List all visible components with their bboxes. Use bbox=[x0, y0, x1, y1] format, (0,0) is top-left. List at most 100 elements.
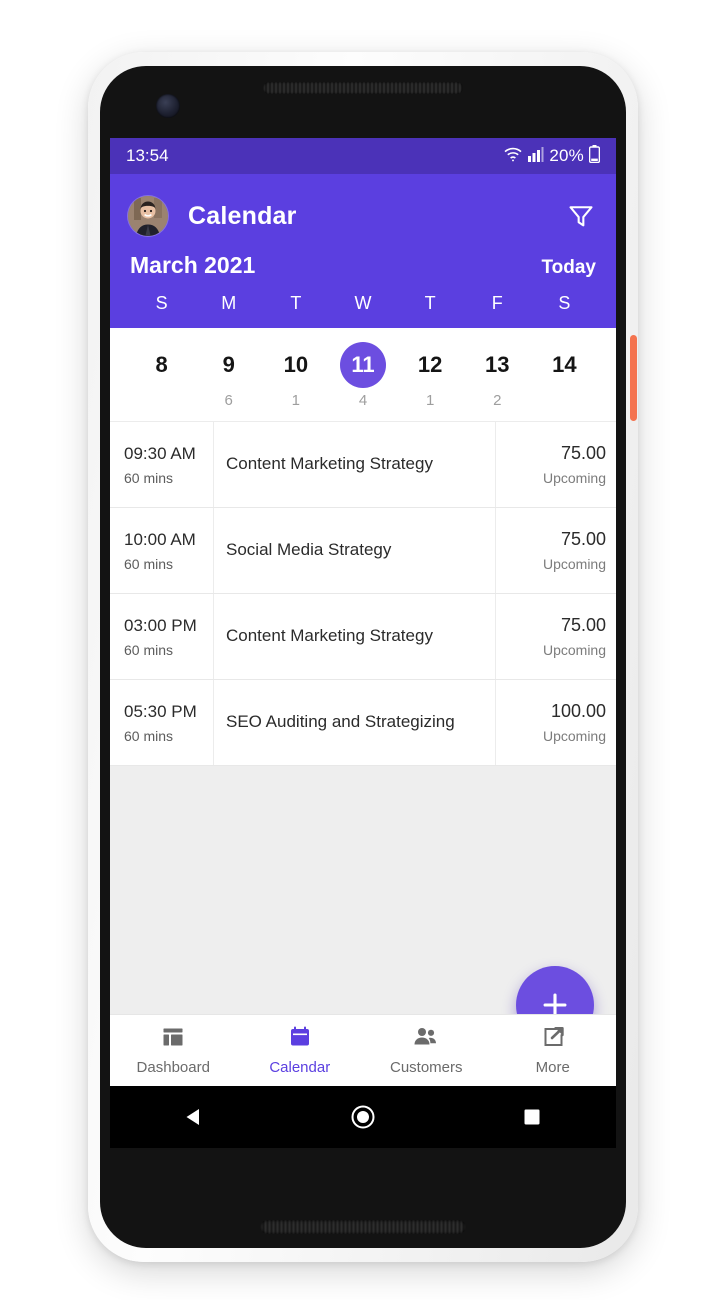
nav-label: More bbox=[536, 1059, 570, 1076]
home-circle-icon[interactable] bbox=[333, 1097, 393, 1137]
nav-item-customers[interactable]: Customers bbox=[363, 1015, 490, 1086]
battery-icon bbox=[589, 145, 600, 168]
status-badge: Upcoming bbox=[543, 728, 606, 744]
weekday-label: T bbox=[397, 293, 464, 314]
date-number: 12 bbox=[407, 342, 453, 388]
page-background: 13:54 bbox=[0, 0, 714, 1300]
appointment-title: Content Marketing Strategy bbox=[214, 422, 496, 507]
date-cell-8[interactable]: 8 bbox=[128, 342, 195, 411]
dashboard-icon bbox=[161, 1025, 185, 1053]
status-badge: Upcoming bbox=[543, 642, 606, 658]
date-event-count: 1 bbox=[426, 392, 434, 411]
battery-percent: 20% bbox=[549, 146, 584, 166]
appointment-title: Social Media Strategy bbox=[214, 508, 496, 593]
date-event-count: 2 bbox=[493, 392, 501, 411]
status-badge: Upcoming bbox=[543, 470, 606, 486]
phone-device: 13:54 bbox=[88, 52, 638, 1262]
appointment-time-cell: 05:30 PM 60 mins bbox=[110, 680, 214, 765]
app-bar-top-row: Calendar bbox=[128, 188, 598, 244]
power-button[interactable] bbox=[630, 335, 637, 421]
appointment-price: 100.00 bbox=[551, 701, 606, 722]
appointment-duration: 60 mins bbox=[124, 556, 205, 572]
appointment-row[interactable]: 09:30 AM 60 mins Content Marketing Strateg… bbox=[110, 422, 616, 508]
appointment-title: SEO Auditing and Strategizing bbox=[214, 680, 496, 765]
avatar[interactable] bbox=[128, 196, 168, 236]
date-event-count: 1 bbox=[292, 392, 300, 411]
appointment-meta-cell: 75.00 Upcoming bbox=[496, 508, 616, 593]
android-system-nav bbox=[110, 1086, 616, 1148]
appointment-row[interactable]: 10:00 AM60 minsSocial Media Strategy75.0… bbox=[110, 508, 616, 594]
status-time: 13:54 bbox=[126, 146, 169, 166]
appointment-time: 10:00 AM bbox=[124, 530, 205, 550]
appointment-duration: 60 mins bbox=[124, 642, 205, 658]
date-event-count: 6 bbox=[225, 392, 233, 411]
weekday-label: M bbox=[195, 293, 262, 314]
appointment-price: 75.00 bbox=[561, 615, 606, 636]
date-number: 10 bbox=[273, 342, 319, 388]
appointment-time-cell: 10:00 AM 60 mins bbox=[110, 508, 214, 593]
status-bar: 13:54 bbox=[110, 138, 616, 174]
date-number: 11 bbox=[340, 342, 386, 388]
weekday-label: W bbox=[329, 293, 396, 314]
nav-item-more[interactable]: More bbox=[490, 1015, 617, 1086]
weekday-label: F bbox=[464, 293, 531, 314]
weekday-label: S bbox=[531, 293, 598, 314]
bottom-speaker bbox=[261, 1220, 466, 1234]
appointment-time: 03:00 PM bbox=[124, 616, 205, 636]
phone-screen: 13:54 bbox=[110, 138, 616, 1148]
page-title: Calendar bbox=[188, 202, 297, 231]
app-bar: Calendar March 2021 Today S M T W bbox=[110, 174, 616, 328]
appointment-list: 09:30 AM 60 mins Content Marketing Strateg… bbox=[110, 422, 616, 766]
signal-icon bbox=[528, 146, 544, 167]
weekday-header: S M T W T F S bbox=[128, 293, 598, 328]
nav-label: Dashboard bbox=[137, 1059, 210, 1076]
people-icon bbox=[413, 1025, 439, 1053]
date-number: 14 bbox=[541, 342, 587, 388]
month-label: March 2021 bbox=[130, 252, 255, 279]
nav-item-dashboard[interactable]: Dashboard bbox=[110, 1015, 237, 1086]
date-cell-9[interactable]: 96 bbox=[195, 342, 262, 411]
front-camera-icon bbox=[156, 94, 180, 118]
bottom-navigation: Dashboard Calendar bbox=[110, 1014, 616, 1086]
date-number: 9 bbox=[206, 342, 252, 388]
date-event-count: 4 bbox=[359, 392, 367, 411]
date-number: 8 bbox=[139, 342, 185, 388]
status-icons: 20% bbox=[503, 145, 600, 168]
filter-icon[interactable] bbox=[564, 199, 598, 233]
status-badge: Upcoming bbox=[543, 556, 606, 572]
weekday-label: T bbox=[262, 293, 329, 314]
appointment-row[interactable]: 03:00 PM 60 mins Content Marketing Strateg… bbox=[110, 594, 616, 680]
appointment-row[interactable]: 05:30 PM 60 mins SEO Auditing and Strategi… bbox=[110, 680, 616, 766]
date-cell-12[interactable]: 121 bbox=[397, 342, 464, 411]
back-triangle-icon[interactable] bbox=[164, 1097, 224, 1137]
today-button[interactable]: Today bbox=[541, 257, 596, 279]
recents-square-icon[interactable] bbox=[502, 1097, 562, 1137]
appointment-time-cell: 03:00 PM 60 mins bbox=[110, 594, 214, 679]
dates-row: 89610111412113214 bbox=[128, 342, 598, 411]
date-cell-10[interactable]: 101 bbox=[262, 342, 329, 411]
calendar-icon bbox=[288, 1025, 312, 1053]
appointment-price: 75.00 bbox=[561, 529, 606, 550]
date-strip: 89610111412113214 bbox=[110, 328, 616, 422]
appointment-time-cell: 09:30 AM 60 mins bbox=[110, 422, 214, 507]
appointment-duration: 60 mins bbox=[124, 470, 205, 486]
appointment-price: 75.00 bbox=[561, 443, 606, 464]
nav-label: Calendar bbox=[269, 1059, 330, 1076]
appointment-time: 09:30 AM bbox=[124, 444, 205, 464]
appointment-meta-cell: 100.00 Upcoming bbox=[496, 680, 616, 765]
appointment-duration: 60 mins bbox=[124, 728, 205, 744]
nav-label: Customers bbox=[390, 1059, 463, 1076]
nav-item-calendar[interactable]: Calendar bbox=[237, 1015, 364, 1086]
appointment-time: 05:30 PM bbox=[124, 702, 205, 722]
date-cell-13[interactable]: 132 bbox=[464, 342, 531, 411]
month-row: March 2021 Today bbox=[128, 244, 598, 293]
share-icon bbox=[541, 1025, 565, 1053]
appointment-meta-cell: 75.00 Upcoming bbox=[496, 594, 616, 679]
appointment-meta-cell: 75.00 Upcoming bbox=[496, 422, 616, 507]
appointment-title: Content Marketing Strategy bbox=[214, 594, 496, 679]
date-number: 13 bbox=[474, 342, 520, 388]
date-cell-11[interactable]: 114 bbox=[329, 342, 396, 411]
date-cell-14[interactable]: 14 bbox=[531, 342, 598, 411]
weekday-label: S bbox=[128, 293, 195, 314]
wifi-icon bbox=[503, 146, 523, 167]
